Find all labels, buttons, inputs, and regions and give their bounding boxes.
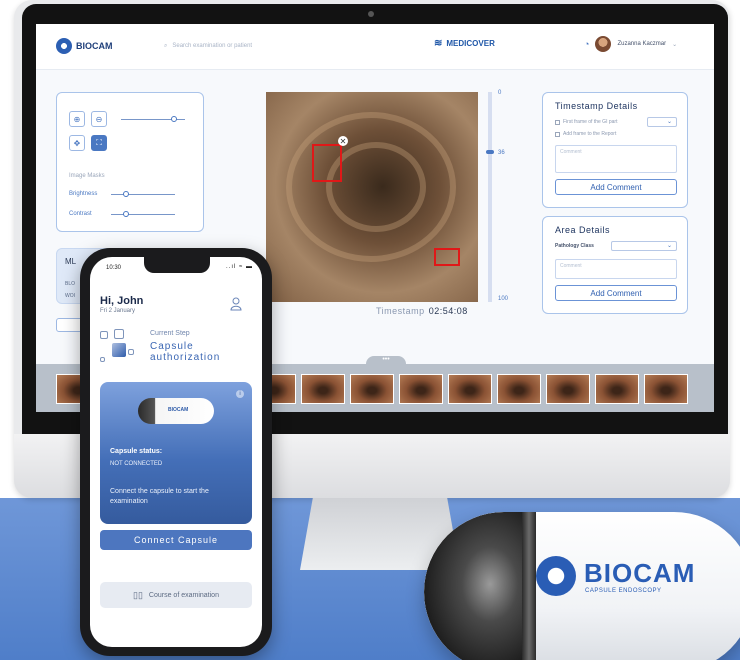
image-tools-panel: ⊕ ⊖ ✥ ⛶ Image Masks Brightness Contrast [56,92,204,232]
checkbox-icon [555,131,560,137]
biocam-logo-icon [536,556,576,596]
brand-text: MEDICOVER [446,39,495,48]
gi-part-select[interactable]: ⌄ [647,117,677,127]
comment-field[interactable]: Comment [555,145,677,173]
medicover-logo-icon: ≋ [434,38,443,49]
user-menu[interactable]: ◔ Zuzanna Kaczmar ⌄ [584,36,677,52]
current-step-label: Current Step [150,330,190,337]
thumbnail[interactable] [350,374,394,404]
add-comment-button[interactable]: Add Comment [555,285,677,301]
timestamp-details-panel: Timestamp Details First frame of the GI … [542,92,688,208]
zoom-slider-knob[interactable] [171,116,177,122]
book-icon: ▯▯ [133,589,143,600]
timeline-scale[interactable] [486,92,494,302]
profile-icon[interactable] [230,297,242,311]
timeline-label-bottom: 100 [498,296,509,302]
greeting: Hi, John [100,295,144,307]
ml-title: ML [65,257,77,266]
status-time: 10:30 [106,265,122,271]
close-icon[interactable]: ✕ [338,136,348,146]
fullscreen-icon[interactable]: ⛶ [91,135,107,151]
ml-line: BLO [65,281,76,287]
contrast-label: Contrast [69,211,92,217]
thumbnail[interactable] [497,374,541,404]
ml-line: WOI [65,293,75,299]
app-header: BIOCAM ⌕ Search examination or patient ≋… [36,24,714,70]
course-button-label: Course of examination [148,591,219,599]
move-icon[interactable]: ✥ [69,135,85,151]
chevron-down-icon: ⌄ [672,41,678,48]
logo-text: BIOCAM [76,41,113,51]
search-icon: ⌕ [164,42,168,49]
timeline-marker[interactable] [486,150,494,154]
add-to-report-checkbox[interactable]: Add frame to the Report [555,131,616,137]
timestamp-readout: Timestamp 02:54:08 [376,306,468,316]
connect-capsule-button[interactable]: Connect Capsule [100,530,252,550]
capsule-status-label: Capsule status: [110,448,163,455]
thumbnail[interactable] [644,374,688,404]
zoom-in-icon[interactable]: ⊕ [69,111,85,127]
brightness-slider-knob[interactable] [123,191,129,197]
thumbnail[interactable] [448,374,492,404]
checkbox-icon [555,119,560,125]
biocam-logo-icon [56,38,72,54]
region-of-interest[interactable] [434,248,460,266]
notifications-icon[interactable]: ◔ [584,39,589,49]
step-progress-icon [100,329,142,363]
thumbnail[interactable] [301,374,345,404]
pathology-class-label: Pathology Class [555,243,594,249]
brightness-label: Brightness [69,191,98,197]
user-name: Zuzanna Kaczmar [617,41,667,47]
add-comment-button[interactable]: Add Comment [555,179,677,195]
info-icon[interactable]: i [236,390,244,398]
thumbnail[interactable] [546,374,590,404]
avatar [595,36,612,52]
app-logo[interactable]: BIOCAM [56,38,113,54]
medicover-brand: ≋ MEDICOVER [434,38,495,49]
search-input[interactable]: ⌕ Search examination or patient [164,38,414,54]
pathology-class-select[interactable]: ⌄ [611,241,677,251]
capsule-subtitle: CAPSULE ENDOSCOPY [585,588,662,594]
contrast-slider-knob[interactable] [123,211,129,217]
thumbnail-strip-handle[interactable]: ••• [366,356,406,366]
capsule-status-value: NOT CONNECTED [110,461,163,467]
image-masks-label: Image Masks [69,173,105,179]
comment-field[interactable]: Comment [555,259,677,279]
capsule-ring [522,512,536,660]
timestamp-value: 02:54:08 [428,306,468,316]
phone-notch [144,257,210,273]
timestamp-label: Timestamp [376,306,425,316]
zoom-out-icon[interactable]: ⊖ [91,111,107,127]
capsule-image: BIOCAM [138,398,214,424]
checkbox-label: Add frame to the Report [563,131,617,137]
area-details-panel: Area Details Pathology Class ⌄ Comment A… [542,216,688,314]
capsule-status-card: i BIOCAM Capsule status: NOT CONNECTED C… [100,382,252,524]
current-step-name: Capsule authorization [150,341,221,363]
capsule-brand: BIOCAM [584,558,696,588]
first-frame-checkbox[interactable]: First frame of the GI part [555,119,617,125]
thumbnail[interactable] [399,374,443,404]
timeline-label-mid: 36 [498,150,505,156]
status-icons: ..ıl ≈ ▬ [226,264,253,270]
connect-hint: Connect the capsule to start the examina… [110,488,209,505]
timeline-label-top: 0 [498,90,502,96]
camera-icon [368,11,374,17]
panel-title: Timestamp Details [555,101,638,111]
thumbnail[interactable] [595,374,639,404]
search-placeholder: Search examination or patient [172,43,253,49]
endoscopy-frame[interactable]: ✕ [266,92,478,302]
contrast-slider[interactable] [111,214,175,215]
course-of-examination-button[interactable]: ▯▯ Course of examination [100,582,252,608]
phone-screen: 10:30 ..ıl ≈ ▬ Hi, John Fri 2 January Cu… [90,257,262,647]
current-date: Fri 2 January [100,308,136,314]
panel-title: Area Details [555,225,611,235]
capsule-image-label: BIOCAM [168,407,189,413]
brightness-slider[interactable] [111,194,175,195]
checkbox-label: First frame of the GI part [563,119,618,125]
capsule-device: BIOCAM CAPSULE ENDOSCOPY [424,512,740,660]
region-of-interest[interactable] [312,144,342,182]
